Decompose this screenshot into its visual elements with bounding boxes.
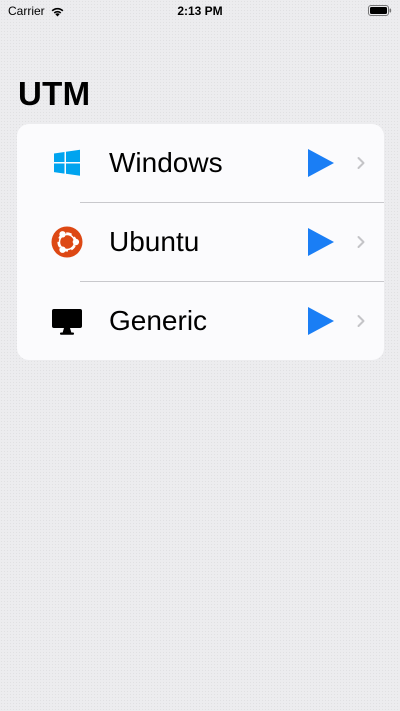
- chevron-right-icon: [357, 236, 365, 248]
- vm-row-generic[interactable]: Generic: [17, 282, 384, 360]
- play-icon: [308, 228, 334, 256]
- battery-icon: [368, 5, 392, 16]
- monitor-icon: [52, 309, 82, 335]
- vm-list: Windows Ubuntu Generic: [17, 124, 384, 360]
- status-time: 2:13 PM: [177, 4, 223, 18]
- play-button-windows[interactable]: [303, 146, 337, 180]
- ubuntu-logo-icon: [51, 226, 83, 258]
- windows-logo-icon: [54, 149, 80, 176]
- vm-row-ubuntu[interactable]: Ubuntu: [17, 203, 384, 282]
- chevron-right-icon: [357, 157, 365, 169]
- vm-name: Windows: [109, 147, 223, 178]
- vm-name: Ubuntu: [109, 226, 200, 257]
- play-icon: [308, 149, 334, 177]
- vm-row-windows[interactable]: Windows: [17, 124, 384, 203]
- page-title: UTM: [18, 75, 91, 112]
- vm-name: Generic: [109, 305, 208, 336]
- play-button-generic[interactable]: [303, 304, 337, 338]
- play-icon: [308, 307, 334, 335]
- chevron-right-icon: [357, 315, 365, 327]
- play-button-ubuntu[interactable]: [303, 225, 337, 259]
- status-bar: Carrier 2:13 PM: [0, 0, 400, 24]
